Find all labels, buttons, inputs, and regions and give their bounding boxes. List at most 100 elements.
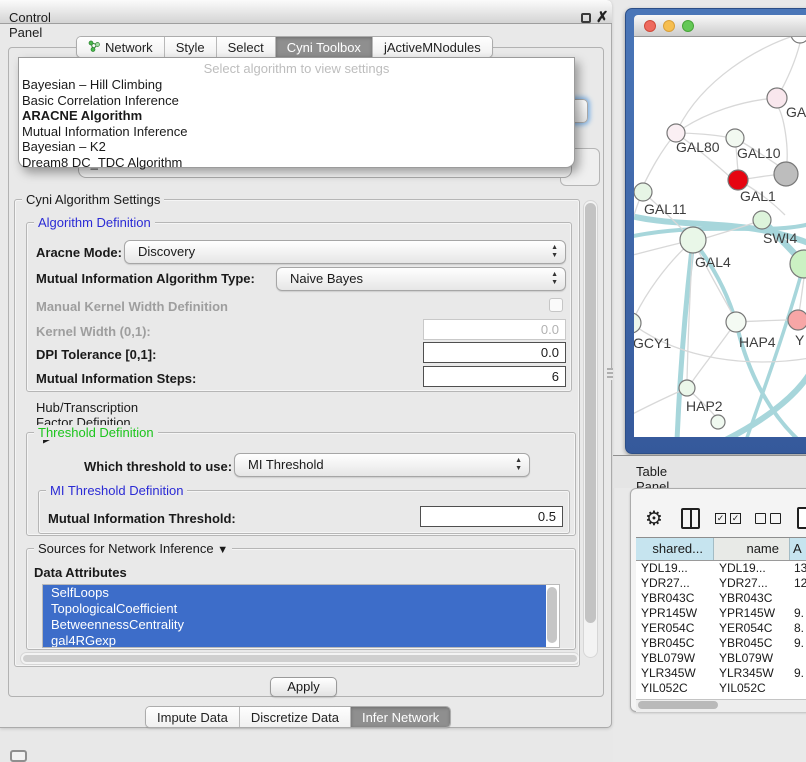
tab-discretize-data[interactable]: Discretize Data: [240, 707, 351, 727]
table-cell: YPR145W: [636, 606, 714, 621]
network-canvas[interactable]: GALGAL80GAL10GAL1GAL11SWI4GAL4GCY1HAP4YH…: [634, 37, 806, 437]
dropdown-item-dream8-dc-tdc-algorithm[interactable]: Dream8 DC_TDC Algorithm: [19, 155, 574, 171]
float-panel-icon[interactable]: [581, 13, 591, 23]
control-panel-tabs: NetworkStyleSelectCyni ToolboxjActiveMNo…: [76, 36, 493, 58]
attribute-item-selfloops[interactable]: SelfLoops: [43, 585, 546, 601]
minimize-traffic-light[interactable]: [663, 20, 675, 32]
select-all-checkbox-icon[interactable]: ✓: [715, 513, 726, 524]
aracne-mode-combo[interactable]: Discovery ▲▼: [124, 240, 566, 264]
tab-style[interactable]: Style: [165, 37, 217, 57]
table-cell: 9.: [790, 606, 806, 621]
network-node[interactable]: [791, 37, 806, 43]
attr-list-vscrollbar-thumb[interactable]: [547, 587, 557, 643]
which-threshold-combo[interactable]: MI Threshold ▲▼: [234, 453, 530, 477]
settings-vscrollbar-thumb[interactable]: [585, 203, 596, 623]
mi-threshold-field[interactable]: 0.5: [420, 506, 563, 527]
network-node-gal11[interactable]: [634, 183, 652, 201]
select-all-checkbox-icon-2[interactable]: ✓: [730, 513, 741, 524]
network-node-gal[interactable]: [767, 88, 787, 108]
split-columns-icon[interactable]: [681, 508, 700, 529]
table-cell: YIL052C: [714, 681, 790, 696]
network-node-label: SWI4: [763, 230, 797, 246]
network-node-label: GAL: [786, 104, 806, 120]
table-row[interactable]: YBR045CYBR045C9.: [636, 636, 806, 651]
data-attributes-label: Data Attributes: [34, 565, 127, 580]
table-cell: YDL19...: [714, 561, 790, 576]
dropdown-item-mutual-information-inference[interactable]: Mutual Information Inference: [19, 124, 574, 140]
network-node-gal4[interactable]: [680, 227, 706, 253]
table-row[interactable]: YLR345WYLR345W9.: [636, 666, 806, 681]
table-cell: [790, 591, 806, 606]
collapse-down-icon[interactable]: ▼: [217, 544, 228, 556]
network-node-hap4[interactable]: [726, 312, 746, 332]
stepper-icon: ▲▼: [515, 457, 522, 473]
tab-jactivemnodules[interactable]: jActiveMNodules: [373, 37, 492, 57]
table-hscrollbar-thumb[interactable]: [638, 701, 718, 709]
tab-impute-data[interactable]: Impute Data: [146, 707, 240, 727]
dpi-tolerance-field[interactable]: 0.0: [423, 342, 566, 363]
table-cell: 12: [790, 576, 806, 591]
table-cell: YER054C: [636, 621, 714, 636]
dropdown-item-bayesian-k2[interactable]: Bayesian – K2: [19, 139, 574, 155]
dropdown-item-basic-correlation-inference[interactable]: Basic Correlation Inference: [19, 93, 574, 109]
panel-splitter-grip[interactable]: [607, 368, 613, 380]
network-icon: [88, 40, 101, 55]
network-node-y[interactable]: [788, 310, 806, 330]
table-cell: [790, 651, 806, 666]
stepper-icon: ▲▼: [551, 244, 558, 260]
column-header-name[interactable]: name: [714, 538, 790, 561]
table-row[interactable]: YIL052CYIL052C: [636, 681, 806, 696]
which-threshold-label: Which threshold to use:: [84, 459, 232, 474]
network-node-gal1[interactable]: [728, 170, 748, 190]
table-cell: YLR345W: [714, 666, 790, 681]
network-node-hap2[interactable]: [679, 380, 695, 396]
close-icon[interactable]: ✗: [596, 8, 609, 26]
tab-network[interactable]: Network: [77, 37, 165, 57]
network-node[interactable]: [711, 415, 725, 429]
column-header-shared-[interactable]: shared...: [636, 538, 714, 561]
mi-steps-field[interactable]: 6: [423, 366, 566, 387]
network-node-swi4[interactable]: [753, 211, 771, 229]
deselect-checkbox-icon[interactable]: [755, 513, 766, 524]
network-window-titlebar[interactable]: [634, 15, 806, 37]
table-cell: 9.: [790, 666, 806, 681]
dropdown-item-bayesian-hill-climbing[interactable]: Bayesian – Hill Climbing: [19, 77, 574, 93]
deselect-checkbox-icon-2[interactable]: [770, 513, 781, 524]
minimized-panel-icon[interactable]: [10, 750, 27, 762]
panel-title: Control Panel: [9, 10, 51, 40]
attribute-item-topologicalcoefficient[interactable]: TopologicalCoefficient: [43, 601, 546, 617]
network-node-label: HAP2: [686, 398, 723, 414]
table-cell: YLR345W: [636, 666, 714, 681]
attribute-item-gal4rgexp[interactable]: gal4RGexp: [43, 633, 546, 648]
control-panel-titlebar: [0, 0, 612, 24]
table-row[interactable]: YBL079WYBL079W: [636, 651, 806, 666]
tab-select[interactable]: Select: [217, 37, 276, 57]
attribute-item-betweennesscentrality[interactable]: BetweennessCentrality: [43, 617, 546, 633]
table-cell: 8.: [790, 621, 806, 636]
table-row[interactable]: YDR27...YDR27...12: [636, 576, 806, 591]
table-cell: YBL079W: [636, 651, 714, 666]
table-row[interactable]: YPR145WYPR145W9.: [636, 606, 806, 621]
data-attributes-list[interactable]: SelfLoopsTopologicalCoefficientBetweenne…: [42, 584, 560, 648]
mi-type-combo[interactable]: Naive Bayes ▲▼: [276, 267, 566, 291]
manual-kernel-checkbox[interactable]: [549, 298, 563, 312]
column-header-a[interactable]: A: [790, 538, 806, 561]
gear-icon[interactable]: ⚙: [645, 506, 663, 531]
aracne-mode-value: Discovery: [138, 244, 195, 259]
apply-button[interactable]: Apply: [270, 677, 337, 697]
close-traffic-light[interactable]: [644, 20, 656, 32]
table-row[interactable]: YBR043CYBR043C: [636, 591, 806, 606]
table-row[interactable]: YDL19...YDL19...13: [636, 561, 806, 576]
tab-infer-network[interactable]: Infer Network: [351, 707, 450, 727]
new-table-icon[interactable]: [797, 507, 806, 529]
which-threshold-value: MI Threshold: [248, 457, 324, 472]
tab-cyni-toolbox[interactable]: Cyni Toolbox: [276, 37, 373, 57]
table-cell: YBL079W: [714, 651, 790, 666]
zoom-traffic-light[interactable]: [682, 20, 694, 32]
table-row[interactable]: YER054CYER054C8.: [636, 621, 806, 636]
network-node[interactable]: [774, 162, 798, 186]
network-node-label: GAL11: [644, 201, 687, 217]
network-node-label: GAL1: [740, 188, 776, 204]
dropdown-item-aracne-algorithm[interactable]: ARACNE Algorithm: [19, 108, 574, 124]
kernel-width-field[interactable]: 0.0: [423, 319, 566, 340]
